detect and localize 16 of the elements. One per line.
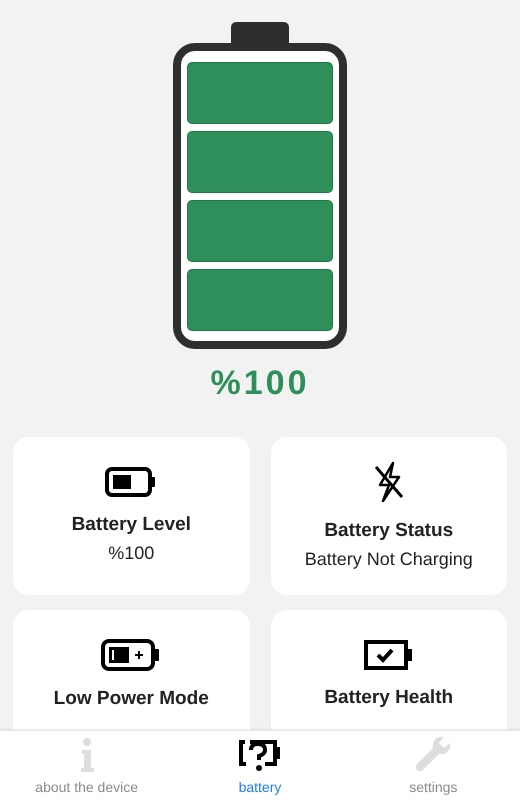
card-title: Battery Status bbox=[324, 519, 454, 544]
tab[interactable]: battery bbox=[173, 731, 347, 800]
tab[interactable]: about the device bbox=[0, 731, 174, 800]
battery-plus-icon bbox=[101, 639, 162, 672]
card-title: Battery Health bbox=[324, 686, 454, 710]
card-value: %100 bbox=[108, 542, 154, 565]
info-icon bbox=[78, 737, 95, 773]
battery-check-icon bbox=[364, 640, 414, 670]
battery-icon bbox=[105, 467, 158, 498]
wrench-icon bbox=[414, 735, 452, 773]
battery-percentage: %100 bbox=[210, 363, 310, 403]
card-title: Battery Level bbox=[72, 513, 191, 538]
battery-question-icon bbox=[238, 739, 282, 773]
card-value: Battery Not Charging bbox=[304, 548, 473, 571]
card-title: Low Power Mode bbox=[54, 687, 209, 712]
tab[interactable]: settings bbox=[346, 731, 520, 800]
